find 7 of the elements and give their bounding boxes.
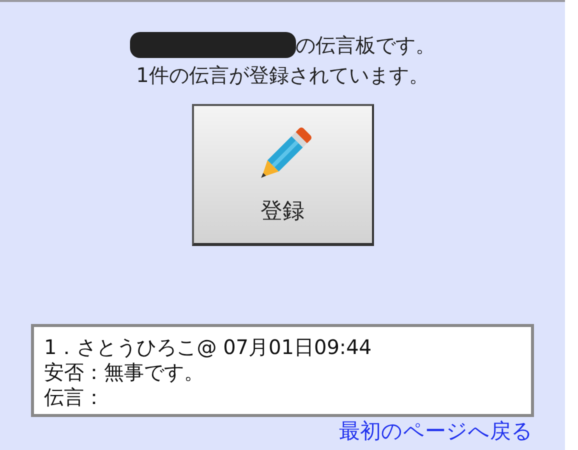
- message-line: 伝言：: [44, 385, 105, 410]
- message-line: 1．さとうひろこ@ 07月01日09:44: [44, 335, 373, 360]
- register-button[interactable]: 登録: [192, 104, 374, 246]
- message-line: 安否：無事です。: [44, 360, 205, 385]
- board-title: の伝言板です。: [296, 32, 436, 58]
- message-count: 1件の伝言が登録されています。: [136, 62, 429, 88]
- back-link[interactable]: 最初のページへ戻る: [339, 419, 533, 443]
